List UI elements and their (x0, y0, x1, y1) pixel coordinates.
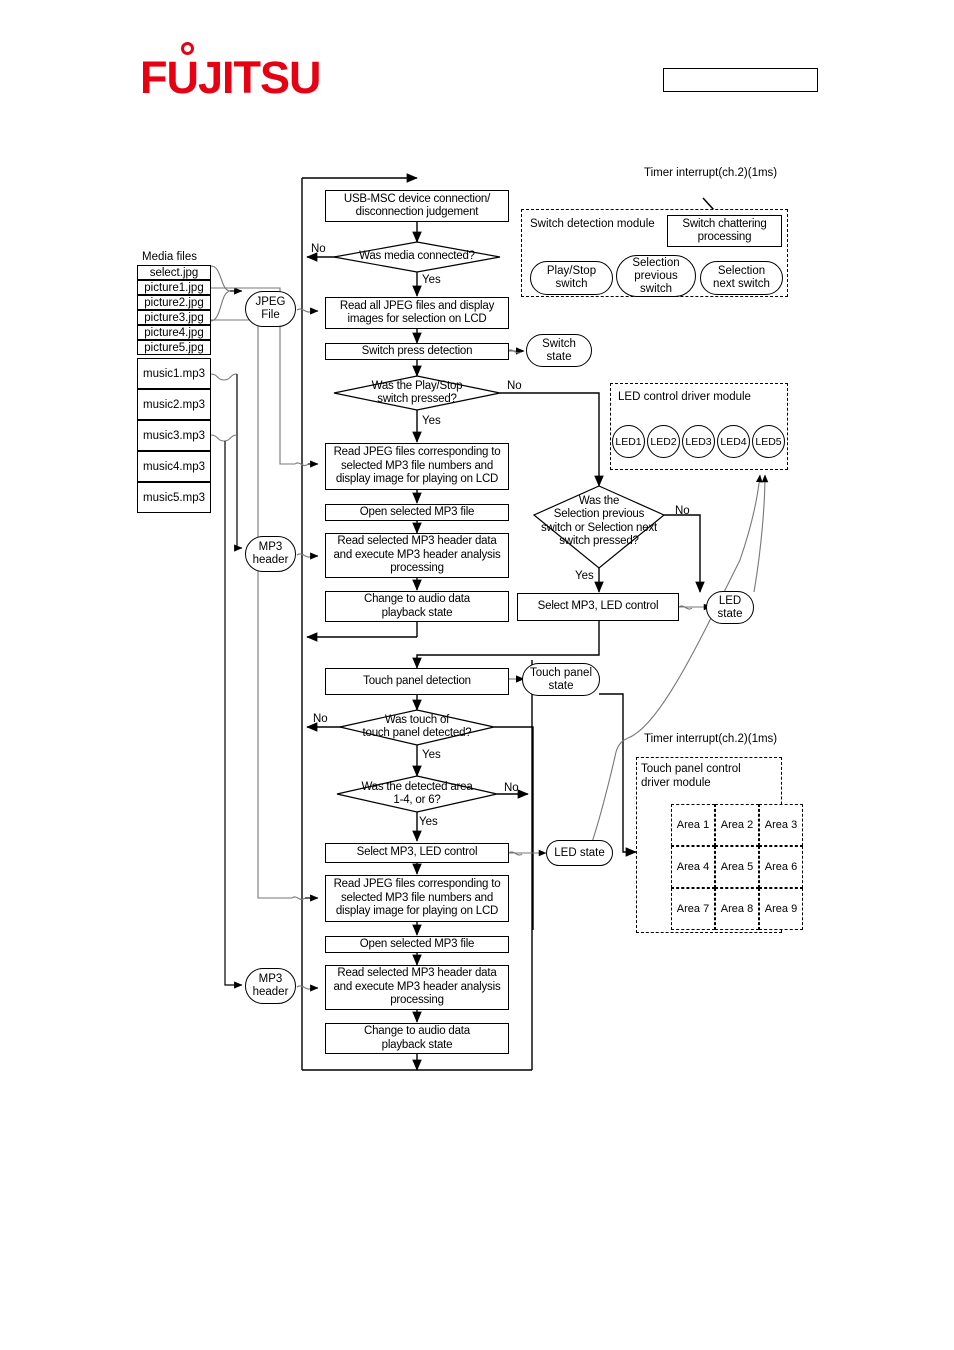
branch-label-no-5: No (504, 782, 519, 794)
touch-area-5[interactable]: Area 5 (715, 846, 759, 888)
decision-label-detected-area: Was the detected area 1-4, or 6? (361, 780, 473, 807)
led-3: LED3 (682, 425, 715, 458)
branch-label-yes-5: Yes (419, 816, 438, 828)
branch-label-yes-3: Yes (575, 570, 594, 582)
process-select-mp3-led-lower: Select MP3, LED control (325, 843, 509, 863)
switch-selection-next[interactable]: Selection next switch (700, 261, 783, 295)
switch-selection-previous[interactable]: Selection previous switch (616, 255, 696, 297)
connector-mp3-header-upper: MP3 header (245, 536, 296, 572)
file-item-4: picture4.jpg (137, 325, 211, 340)
decision-label-selection: Was the Selection previous switch or Sel… (540, 494, 657, 548)
branch-label-no-2: No (507, 380, 522, 392)
media-files-title: Media files (142, 251, 197, 263)
connector-switch-state: Switch state (526, 334, 592, 367)
led-2: LED2 (647, 425, 680, 458)
touch-area-1[interactable]: Area 1 (671, 804, 715, 846)
connector-touch-panel-state: Touch panel state (522, 663, 600, 696)
switch-module-title: Switch detection module (530, 218, 655, 230)
process-usb-msc-judgement: USB-MSC device connection/ disconnection… (325, 190, 509, 222)
process-touch-panel-detection: Touch panel detection (325, 668, 509, 695)
file-item-5: picture5.jpg (137, 340, 211, 355)
decision-label-playstop: Was the Play/Stop switch pressed? (371, 379, 463, 406)
branch-label-yes-4: Yes (422, 749, 441, 761)
touch-area-4[interactable]: Area 4 (671, 846, 715, 888)
file-item-2: picture2.jpg (137, 295, 211, 310)
touch-area-9[interactable]: Area 9 (759, 888, 803, 930)
process-change-audio-upper: Change to audio data playback state (325, 591, 509, 622)
touch-area-7[interactable]: Area 7 (671, 888, 715, 930)
process-read-mp3-header-upper: Read selected MP3 header data and execut… (325, 533, 509, 578)
process-switch-press-detection: Switch press detection (325, 343, 509, 360)
touch-timer-interrupt-label: Timer interrupt(ch.2)(1ms) (644, 733, 778, 745)
file-item-1: picture1.jpg (137, 280, 211, 295)
process-read-all-jpeg: Read all JPEG files and display images f… (325, 297, 509, 329)
switch-timer-interrupt-label: Timer interrupt(ch.2)(1ms) (644, 167, 778, 179)
led-1: LED1 (612, 425, 645, 458)
file-item-3: picture3.jpg (137, 310, 211, 325)
touch-area-6[interactable]: Area 6 (759, 846, 803, 888)
process-select-mp3-led-upper: Select MP3, LED control (517, 593, 679, 621)
process-open-mp3-upper: Open selected MP3 file (325, 504, 509, 521)
touch-area-8[interactable]: Area 8 (715, 888, 759, 930)
decision-label-media-connected: Was media connected? (359, 250, 475, 263)
switch-play-stop[interactable]: Play/Stop switch (530, 261, 613, 295)
branch-label-no-1: No (311, 243, 326, 255)
led-module-title: LED control driver module (618, 391, 751, 403)
connector-jpeg-file: JPEG File (245, 291, 296, 327)
touch-module-title: Touch panel control driver module (641, 763, 741, 789)
touch-area-2[interactable]: Area 2 (715, 804, 759, 846)
led-5: LED5 (752, 425, 785, 458)
file-item-0: select.jpg (137, 265, 211, 280)
process-read-mp3-header-lower: Read selected MP3 header data and execut… (325, 965, 509, 1010)
connector-led-state-upper: LED state (706, 591, 754, 624)
decision-label-touch-detected: Was touch of touch panel detected? (362, 713, 472, 740)
file-item-10: music5.mp3 (137, 482, 211, 513)
file-item-6: music1.mp3 (137, 358, 211, 389)
file-item-9: music4.mp3 (137, 451, 211, 482)
branch-label-no-3: No (675, 505, 690, 517)
file-item-7: music2.mp3 (137, 389, 211, 420)
branch-label-yes-1: Yes (422, 274, 441, 286)
connector-led-state-lower: LED state (546, 840, 613, 866)
process-open-mp3-lower: Open selected MP3 file (325, 936, 509, 953)
connector-mp3-header-lower: MP3 header (245, 968, 296, 1004)
branch-label-no-4: No (313, 713, 328, 725)
led-4: LED4 (717, 425, 750, 458)
switch-chattering-processing: Switch chattering processing (667, 215, 782, 247)
process-read-jpeg-selected-lower: Read JPEG files corresponding to selecte… (325, 875, 509, 922)
page-root: FUJITSU Media files select.jpg picture1.… (0, 0, 954, 1350)
branch-label-yes-2: Yes (422, 415, 441, 427)
touch-area-3[interactable]: Area 3 (759, 804, 803, 846)
file-item-8: music3.mp3 (137, 420, 211, 451)
process-read-jpeg-selected-upper: Read JPEG files corresponding to selecte… (325, 443, 509, 490)
process-change-audio-lower: Change to audio data playback state (325, 1023, 509, 1054)
